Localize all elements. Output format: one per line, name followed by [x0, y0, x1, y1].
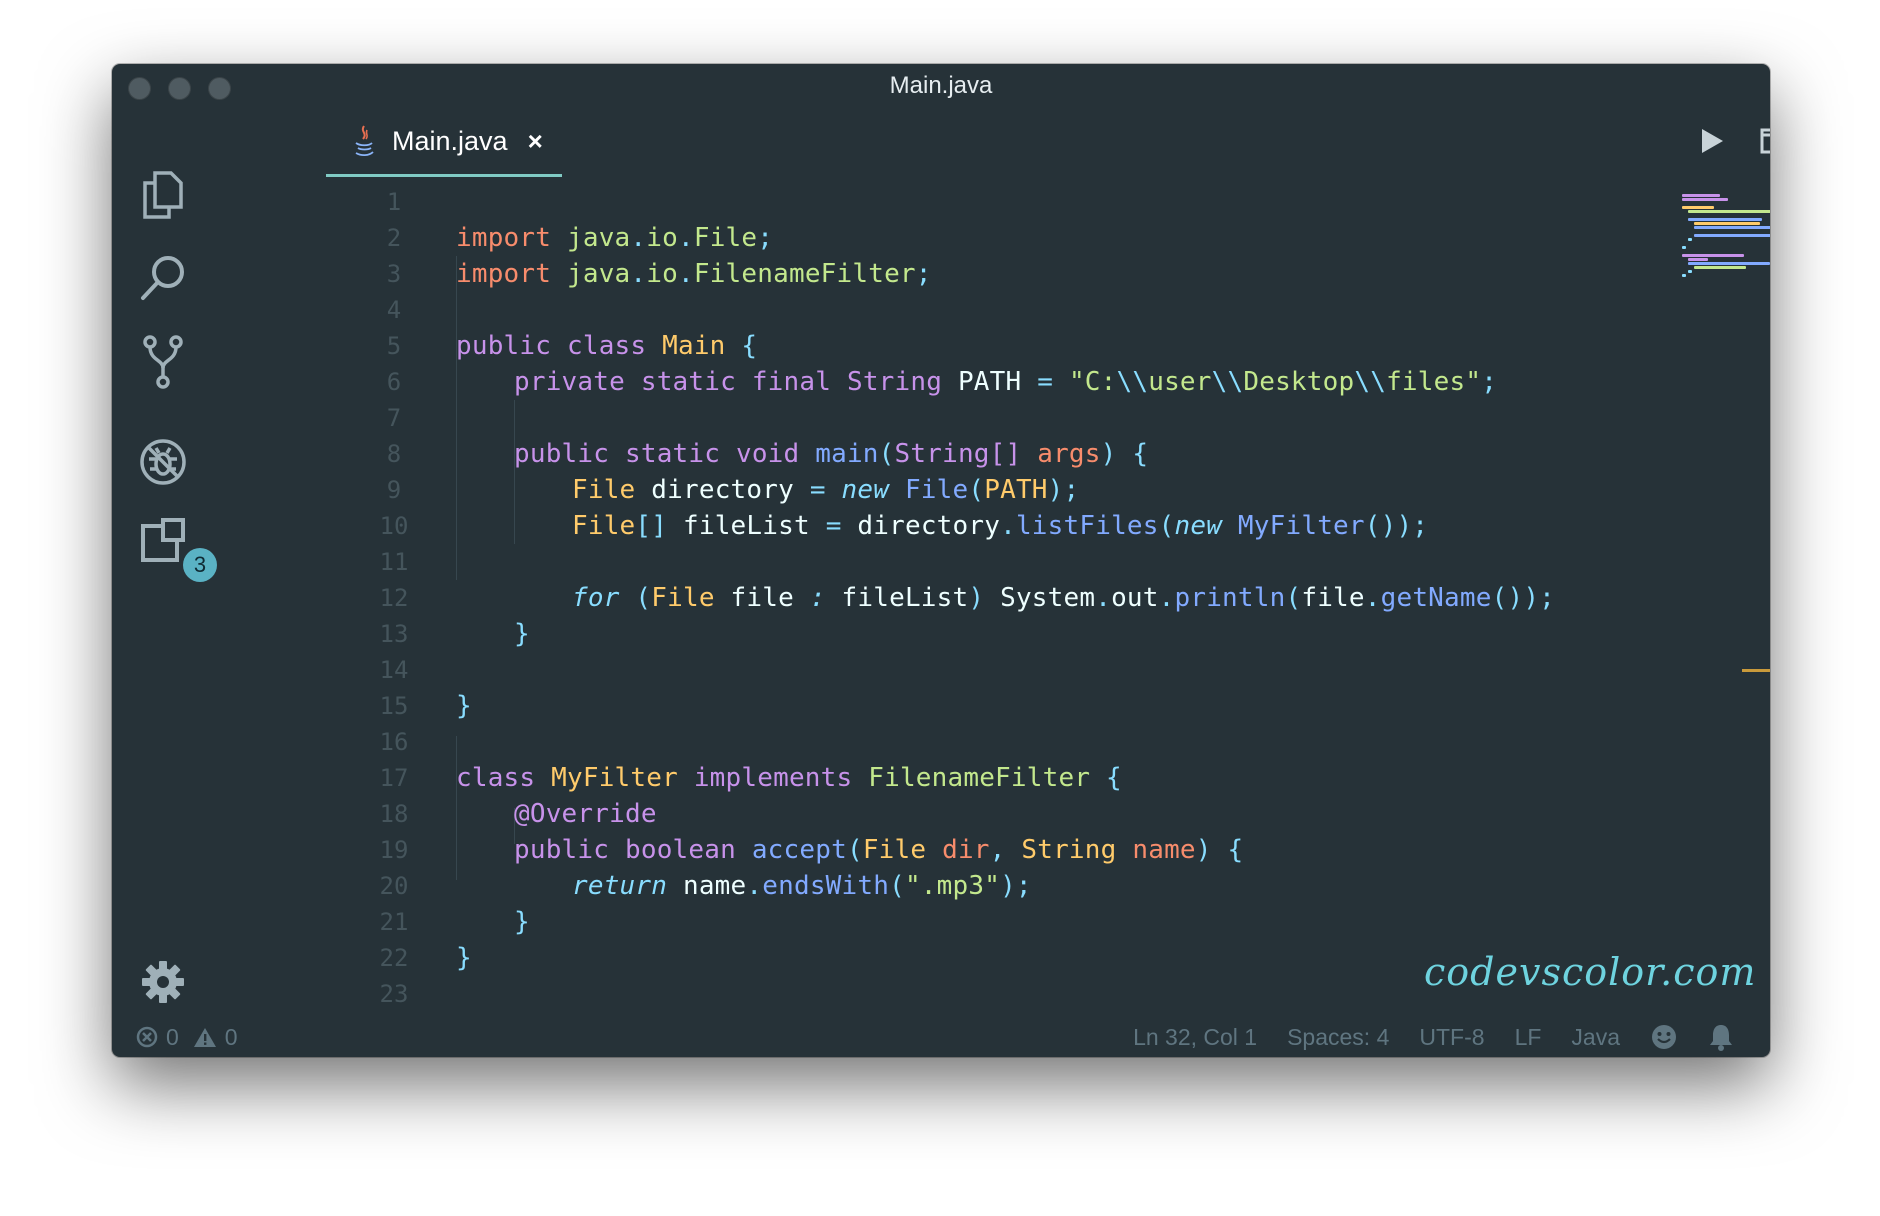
indent-guide: [514, 400, 515, 544]
extensions-icon[interactable]: 3: [133, 510, 217, 582]
tab-label: Main.java: [392, 125, 508, 156]
code-text: }: [514, 907, 530, 937]
error-icon: [136, 1026, 158, 1048]
extensions-badge: 3: [183, 548, 217, 582]
code-text: }: [456, 943, 472, 973]
line-number: 9: [386, 476, 402, 504]
run-icon[interactable]: [1692, 124, 1732, 158]
code-text: File[] fileList = directory.listFiles(ne…: [572, 511, 1429, 541]
code-text: import java.io.FilenameFilter;: [456, 259, 932, 289]
code-text: @Override: [514, 799, 657, 829]
line-number: 12: [379, 584, 409, 612]
feedback-smiley-icon[interactable]: [1650, 1023, 1678, 1051]
end-of-line[interactable]: LF: [1515, 1024, 1542, 1051]
scrollbar-marker: [1742, 669, 1770, 672]
code-editor[interactable]: 1 2 import java.io.File; 3 import java.io.Fi…: [214, 176, 1770, 1056]
line-number: 18: [379, 800, 409, 828]
cursor-position[interactable]: Ln 32, Col 1: [1133, 1024, 1257, 1051]
encoding[interactable]: UTF-8: [1419, 1024, 1484, 1051]
line-number: 16: [379, 728, 409, 756]
source-control-icon[interactable]: [133, 332, 193, 392]
code-text: class MyFilter implements FilenameFilter…: [456, 763, 1122, 793]
settings-gear-icon[interactable]: [133, 952, 193, 1012]
code-text: import java.io.File;: [456, 223, 774, 253]
line-number: 6: [386, 368, 402, 396]
line-number: 20: [379, 872, 409, 900]
title-bar: Main.java: [112, 64, 1770, 108]
split-editor-icon[interactable]: [1756, 124, 1770, 158]
code-text: public class Main {: [456, 331, 758, 361]
explorer-icon[interactable]: [133, 164, 193, 224]
indent-guide: [456, 256, 457, 580]
line-number: 4: [386, 296, 402, 324]
tab-close-icon[interactable]: ×: [528, 126, 543, 157]
line-number: 1: [386, 188, 402, 216]
notifications-bell-icon[interactable]: [1708, 1023, 1734, 1051]
indentation[interactable]: Spaces: 4: [1287, 1024, 1389, 1051]
java-file-icon: [355, 125, 374, 157]
warning-icon: [193, 1028, 216, 1047]
line-number: 19: [379, 836, 409, 864]
window-title: Main.java: [889, 72, 993, 99]
problems-indicator[interactable]: 0 0: [136, 1017, 238, 1057]
tab-bar: Main.java ×: [214, 108, 1770, 177]
search-icon[interactable]: [133, 248, 193, 308]
line-number: 23: [379, 980, 409, 1008]
tab-main-java[interactable]: Main.java ×: [326, 108, 562, 177]
line-number: 17: [379, 764, 409, 792]
code-text: private static final String PATH = "C:\\…: [514, 367, 1498, 397]
line-number: 2: [386, 224, 402, 252]
line-number: 14: [379, 656, 409, 684]
code-text: return name.endsWith(".mp3");: [572, 871, 1032, 901]
code-text: public boolean accept(File dir, String n…: [514, 835, 1244, 865]
line-number: 11: [379, 548, 409, 576]
debug-icon[interactable]: [133, 432, 193, 492]
line-number: 3: [386, 260, 402, 288]
status-items: Ln 32, Col 1 Spaces: 4 UTF-8 LF Java: [1103, 1017, 1734, 1057]
code-text: for (File file : fileList) System.out.pr…: [572, 583, 1556, 613]
language-mode[interactable]: Java: [1571, 1024, 1620, 1051]
activity-bar: 3: [112, 108, 217, 1057]
line-number: 10: [379, 512, 409, 540]
error-count: 0: [166, 1023, 179, 1050]
line-number: 7: [386, 404, 402, 432]
editor-window: Main.java 3 Main.java × 1 2 import java.…: [112, 64, 1770, 1057]
code-text: }: [456, 691, 472, 721]
code-text: }: [514, 619, 530, 649]
line-number: 22: [379, 944, 409, 972]
watermark: codevscolor.com: [1424, 950, 1757, 994]
line-number: 8: [386, 440, 402, 468]
status-bar: 0 0 Ln 32, Col 1 Spaces: 4 UTF-8 LF Java: [112, 1017, 1770, 1057]
line-number: 21: [379, 908, 409, 936]
code-text: File directory = new File(PATH);: [572, 475, 1080, 505]
line-number: 5: [386, 332, 402, 360]
line-number: 15: [379, 692, 409, 720]
code-text: public static void main(String[] args) {: [514, 439, 1149, 469]
warning-count: 0: [224, 1023, 238, 1050]
indent-guide: [456, 736, 457, 880]
minimap[interactable]: [1678, 190, 1770, 280]
line-number: 13: [379, 620, 409, 648]
